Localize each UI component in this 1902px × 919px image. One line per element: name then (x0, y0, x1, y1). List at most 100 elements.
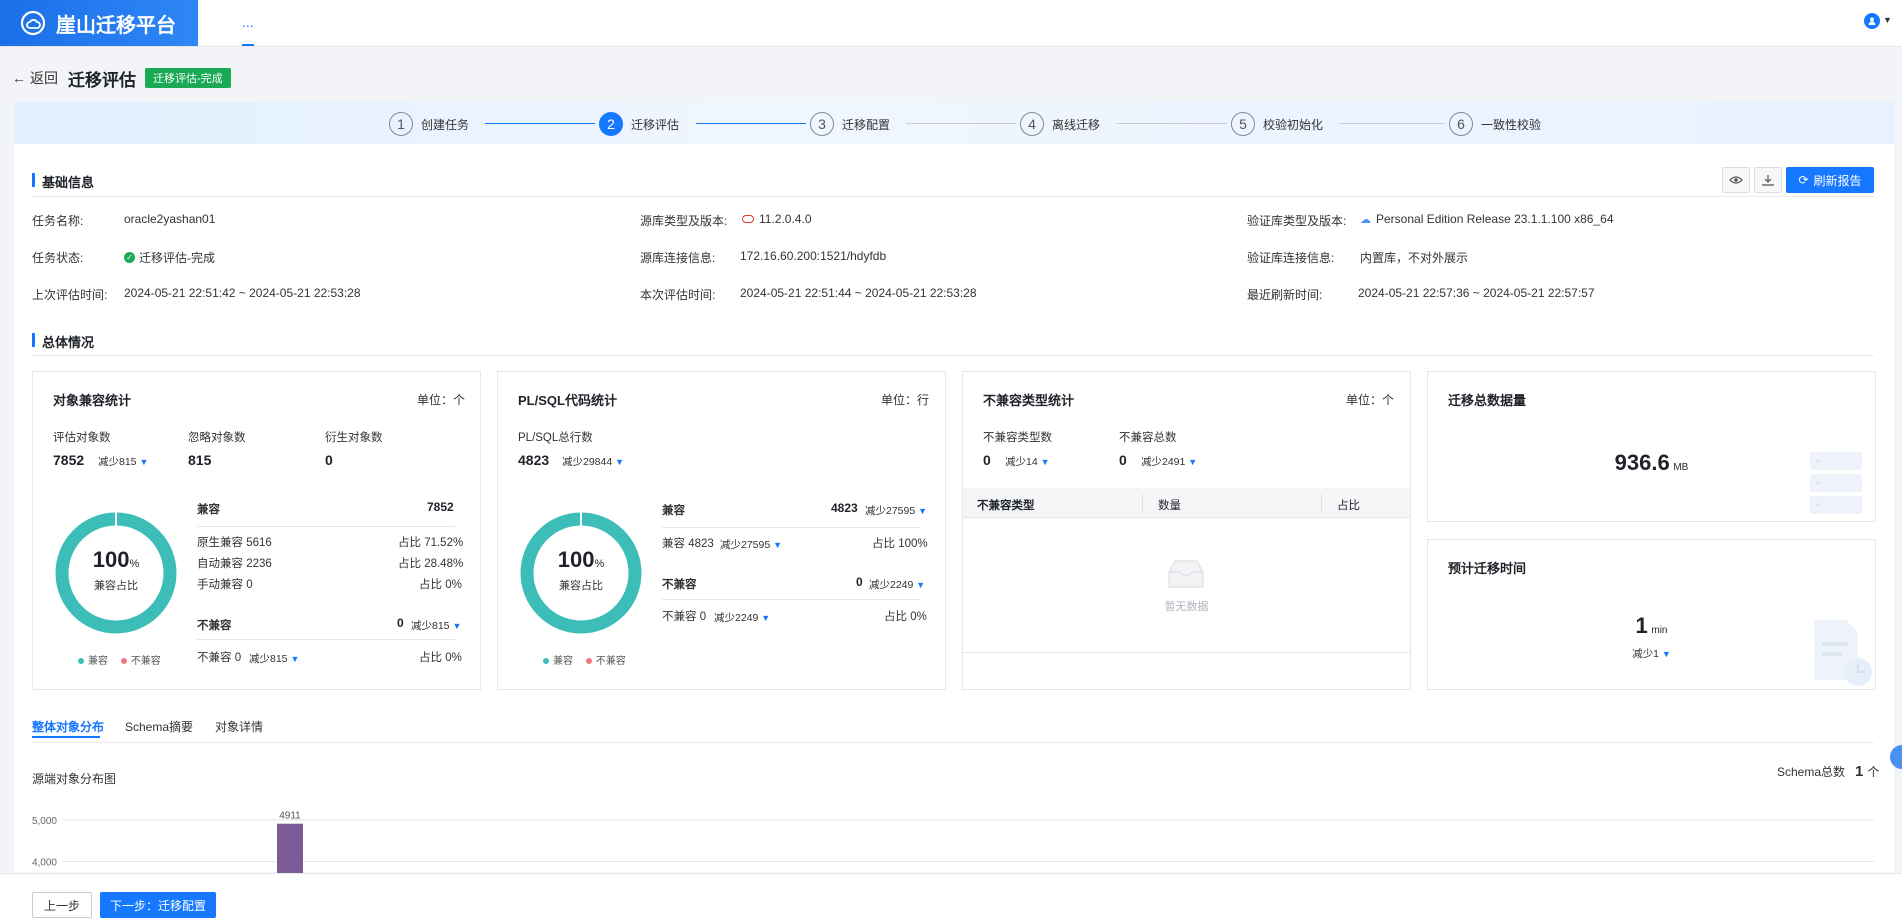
volume-unit: MB (1673, 462, 1689, 473)
nav-more[interactable]: ... (242, 14, 254, 30)
compat-label: 兼容 (197, 504, 220, 516)
refresh-time-label: 最近刷新时间: (1247, 288, 1323, 302)
ignore-count-value: 815 (188, 452, 212, 468)
auto-compat-ratio: 占比 28.48% (398, 558, 464, 570)
back-button[interactable]: ← 返回 (12, 68, 58, 88)
dst-type-value: ☁ Personal Edition Release 23.1.1.100 x8… (1360, 212, 1614, 226)
object-distribution-chart: 5,000 4,000 4911 (32, 811, 1874, 873)
prev-step-button[interactable]: 上一步 (32, 892, 92, 918)
nav-active-indicator (242, 44, 254, 46)
incompat-value: 0 (856, 575, 863, 589)
refresh-icon: ⟳ (1798, 173, 1809, 187)
caret-down-icon: ▼ (1661, 649, 1671, 659)
step-migration-eval[interactable]: 2 迁移评估 (599, 112, 679, 136)
refresh-time-value: 2024-05-21 22:57:36 ~ 2024-05-21 22:57:5… (1358, 286, 1595, 300)
derive-count-value: 0 (325, 452, 333, 468)
user-avatar-icon[interactable] (1864, 13, 1880, 29)
caret-down-icon: ▼ (761, 613, 771, 623)
plsql-total-label: PL/SQL总行数 (518, 432, 593, 444)
step-consistency-check[interactable]: 6 一致性校验 (1449, 112, 1541, 136)
user-menu-caret-icon[interactable]: ▼ (1883, 15, 1892, 25)
incompat-value: 0 (397, 616, 404, 630)
card-unit: 单位：行 (881, 393, 930, 407)
step-migration-config[interactable]: 3 迁移配置 (810, 112, 890, 136)
plsql-card: PL/SQL代码统计 单位：行 PL/SQL总行数 4823 减少29844 ▼… (497, 371, 946, 690)
incompat-total-value: 0 (1119, 452, 1127, 468)
manual-compat-label: 手动兼容 0 (197, 579, 253, 591)
bar (277, 823, 303, 873)
basic-info-title: 基础信息 (32, 172, 94, 191)
eval-count-delta: 减少815 ▼ (98, 456, 149, 468)
server-stack-icon (1810, 452, 1862, 514)
card-title: 预计迁移时间 (1448, 561, 1527, 576)
incompat-row-ratio: 占比 0% (419, 652, 462, 664)
src-conn-label: 源库连接信息: (640, 251, 716, 265)
compat-row-label: 兼容 4823 (662, 538, 714, 550)
migration-time-card: 预计迁移时间 1 min 减少1 ▼ (1427, 539, 1876, 690)
step-create-task[interactable]: 1 创建任务 (389, 112, 469, 136)
tab-active-indicator (32, 736, 100, 738)
status-badge: 迁移评估-完成 (145, 68, 231, 88)
y-tick-label: 4,000 (32, 858, 57, 869)
ignore-count-label: 忽略对象数 (188, 432, 246, 444)
last-eval-value: 2024-05-21 22:51:42 ~ 2024-05-21 22:53:2… (124, 286, 361, 300)
auto-compat-label: 自动兼容 2236 (197, 558, 272, 570)
card-title: PL/SQL代码统计 (518, 393, 617, 408)
download-icon (1762, 175, 1774, 186)
tab-schema-summary[interactable]: Schema摘要 (125, 718, 193, 735)
compat-value: 7852 (427, 500, 454, 514)
download-button[interactable] (1754, 167, 1782, 193)
eval-count-label: 评估对象数 (53, 432, 111, 444)
document-clock-icon (1814, 620, 1872, 686)
caret-down-icon: ▼ (290, 654, 300, 664)
incompat-types-delta: 减少14 ▼ (1005, 456, 1050, 468)
compat-label: 兼容 (662, 505, 685, 517)
refresh-report-button[interactable]: ⟳ 刷新报告 (1786, 167, 1874, 193)
bottom-action-bar (0, 873, 1902, 919)
task-status-label: 任务状态: (32, 251, 84, 265)
derive-count-label: 衍生对象数 (325, 432, 383, 444)
caret-down-icon: ▼ (615, 457, 625, 467)
top-bar (0, 0, 1902, 47)
native-compat-ratio: 占比 71.52% (398, 537, 464, 549)
caret-down-icon: ▼ (1040, 457, 1050, 467)
incompat-delta: 减少815 ▼ (411, 620, 462, 632)
this-eval-label: 本次评估时间: (640, 288, 716, 302)
col-ratio: 占比 (1337, 500, 1360, 512)
incompat-label: 不兼容 (197, 620, 232, 632)
empty-text: 暂无数据 (1164, 601, 1209, 613)
step-connector (485, 123, 595, 124)
tab-overall-distribution[interactable]: 整体对象分布 (32, 718, 104, 735)
oracle-icon (742, 215, 754, 223)
incompat-row-ratio: 占比 0% (884, 611, 927, 623)
yashan-db-icon: ☁ (1360, 213, 1371, 226)
volume-value: 936.6 (1614, 450, 1670, 475)
step-connector (1339, 123, 1445, 124)
caret-down-icon: ▼ (1188, 457, 1198, 467)
app-logo[interactable]: 崖山迁移平台 (0, 0, 198, 46)
incompat-type-card: 不兼容类型统计 单位：个 不兼容类型数 0 减少14 ▼ 不兼容总数 0 减少2… (962, 371, 1411, 690)
card-title: 不兼容类型统计 (983, 393, 1075, 408)
incompat-label: 不兼容 (662, 579, 697, 591)
tab-object-details[interactable]: 对象详情 (215, 718, 263, 735)
caret-down-icon: ▼ (916, 580, 926, 590)
incompat-row-delta: 减少815 ▼ (249, 653, 300, 665)
card-title: 迁移总数据量 (1448, 393, 1527, 408)
legend-dot-incompat (585, 658, 592, 665)
incompat-row-delta: 减少2249 ▼ (714, 612, 771, 624)
incompat-total-label: 不兼容总数 (1119, 432, 1177, 444)
src-type-value: 11.2.0.4.0 (742, 212, 812, 226)
y-tick-label: 5,000 (32, 816, 57, 827)
divider (32, 355, 1874, 356)
next-step-button[interactable]: 下一步：迁移配置 (100, 892, 216, 918)
migration-volume-card: 迁移总数据量 936.6 MB (1427, 371, 1876, 522)
legend-dot-compat (78, 658, 84, 665)
schema-total: Schema总数 1 个 (1777, 763, 1880, 780)
step-verify-init[interactable]: 5 校验初始化 (1231, 112, 1323, 136)
step-offline-migration[interactable]: 4 离线迁移 (1020, 112, 1100, 136)
legend-dot-incompat (120, 658, 127, 665)
overall-title: 总体情况 (32, 332, 94, 351)
manual-compat-ratio: 占比 0% (419, 579, 462, 591)
preview-button[interactable] (1722, 167, 1750, 193)
donut-center: 100% 兼容占比 (92, 547, 140, 592)
